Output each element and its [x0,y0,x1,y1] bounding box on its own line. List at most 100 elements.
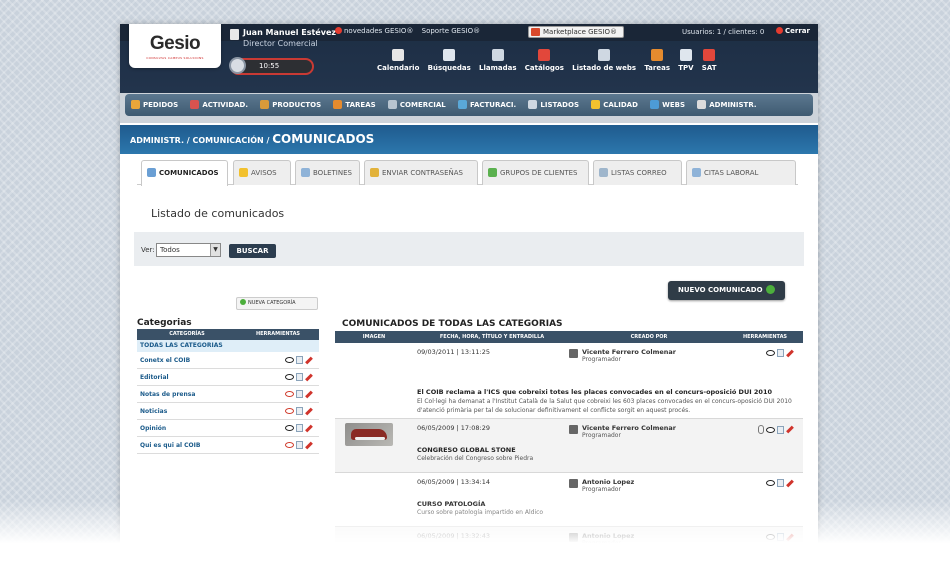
nav-llamadas[interactable]: Llamadas [479,49,517,72]
row-image[interactable] [345,423,393,446]
edit-icon[interactable] [296,373,303,381]
delete-icon[interactable] [786,533,794,541]
eye-icon[interactable] [766,534,775,540]
news-link[interactable]: novedades GESIO® [335,27,413,35]
row-tools [766,479,795,487]
tab-label: LISTAS CORREO [611,169,667,177]
tab-comunicados[interactable]: COMUNICADOS [141,160,228,186]
edit-icon[interactable] [296,441,303,449]
nav-busquedas[interactable]: Búsquedas [428,49,471,72]
delete-icon[interactable] [305,407,313,415]
nav-label: Tareas [644,64,670,72]
chevron-down-icon[interactable]: ▼ [210,244,220,256]
category-name[interactable]: Notas de prensa [137,391,267,398]
tab-citas-laboral[interactable]: CITAS LABORAL [686,160,796,185]
close-session-button[interactable]: Cerrar [776,27,810,35]
col-categorias: CATEGORÍAS [169,331,205,337]
paperclip-icon[interactable] [758,425,764,434]
eye-icon[interactable] [285,357,294,363]
nav-calendario[interactable]: Calendario [377,49,419,72]
tab-enviar-contrasenas[interactable]: ENVIAR CONTRASEÑAS [364,160,478,185]
tab-avisos[interactable]: AVISOS [233,160,291,185]
delete-icon[interactable] [305,356,313,364]
support-link[interactable]: Soporte GESIO® [422,27,480,35]
nav-tareas[interactable]: Tareas [644,49,670,72]
table-row[interactable]: 06/05/2009 | 13:34:14 Antonio Lopez Prog… [335,473,803,527]
delete-icon[interactable] [305,441,313,449]
module-webs[interactable]: WEBS [650,94,685,116]
edit-icon[interactable] [777,533,784,541]
module-listados[interactable]: LISTADOS [528,94,579,116]
module-tareas[interactable]: TAREAS [333,94,376,116]
nav-catalogos[interactable]: Catálogos [525,49,564,72]
category-all[interactable]: TODAS LAS CATEGORIAS [137,340,319,352]
eye-hidden-icon[interactable] [285,391,294,397]
module-actividad[interactable]: ACTIVIDAD. [190,94,248,116]
new-comunicado-button[interactable]: NUEVO COMUNICADO [668,281,785,300]
table-row[interactable]: 06/05/2009 | 17:08:29 Vicente Ferrero Co… [335,419,803,473]
module-calidad[interactable]: CALIDAD [591,94,638,116]
logo[interactable]: Gesio CONSULTAS CAMPUS SOLUCIONS [129,24,221,68]
category-name[interactable]: Editorial [137,374,267,381]
eye-hidden-icon[interactable] [285,442,294,448]
marketplace-button[interactable]: Marketplace GESIO® [528,26,624,38]
page-title: Listado de comunicados [151,207,285,220]
delete-icon[interactable] [786,479,794,487]
row-subject[interactable]: CONGRESO GLOBAL STONE [417,446,516,454]
breadcrumb-bar: ADMINISTR. / COMUNICACIÓN / COMUNICADOS [120,125,818,154]
delete-icon[interactable] [786,349,794,357]
comunicados-title: COMUNICADOS DE TODAS LAS CATEGORIAS [342,319,563,329]
module-comercial[interactable]: COMERCIAL [387,94,446,116]
category-name[interactable]: Qui es qui al COIB [137,442,267,449]
search-button[interactable]: BUSCAR [229,244,276,258]
delete-icon[interactable] [305,390,313,398]
eye-hidden-icon[interactable] [285,408,294,414]
tab-boletines[interactable]: BOLETINES [295,160,360,185]
row-author-name: Antonio Lopez [582,532,635,540]
module-facturacion[interactable]: FACTURACI. [457,94,516,116]
tpv-icon [679,49,692,61]
tab-grupos-clientes[interactable]: GRUPOS DE CLIENTES [482,160,589,185]
edit-icon[interactable] [296,356,303,364]
row-subject[interactable]: CURSO PATOLOGÍA [417,500,485,508]
edit-icon[interactable] [777,425,784,434]
category-name[interactable]: Noticias [137,408,267,415]
filter-select[interactable]: Todos ▼ [156,243,221,257]
edit-icon[interactable] [296,390,303,398]
module-pedidos[interactable]: PEDIDOS [131,94,178,116]
edit-icon[interactable] [296,424,303,432]
eye-icon[interactable] [766,480,775,486]
nav-tpv[interactable]: TPV [678,49,694,72]
row-subject[interactable]: El COIB reclama a l'ICS que cobreixi tot… [417,388,772,396]
eye-icon[interactable] [285,374,294,380]
table-row[interactable]: 09/03/2011 | 13:11:25 Vicente Ferrero Co… [335,343,803,419]
new-category-button[interactable]: NUEVA CATEGORÍA [236,297,318,310]
tab-label: BOLETINES [313,169,352,177]
delete-icon[interactable] [305,373,313,381]
module-administr[interactable]: ADMINISTR. [697,94,757,116]
breadcrumb-path[interactable]: ADMINISTR. / COMUNICACIÓN / [130,136,272,145]
eye-icon[interactable] [285,425,294,431]
edit-icon[interactable] [777,349,784,357]
edit-icon[interactable] [777,479,784,487]
nav-sat[interactable]: SAT [702,49,717,72]
row-tools [766,533,795,541]
star-icon [591,100,601,109]
category-row: Opinión [137,420,319,437]
tab-listas-correo[interactable]: LISTAS CORREO [593,160,682,185]
eye-icon[interactable] [766,426,775,433]
delete-icon[interactable] [305,424,313,432]
nav-listado-webs[interactable]: Listado de webs [572,49,636,72]
row-body: Curso sobre patología impartido en Aldic… [417,509,544,516]
web-list-icon [598,49,611,61]
module-productos[interactable]: PRODUCTOS [260,94,321,116]
category-name[interactable]: Opinión [137,425,267,432]
category-name[interactable]: Conetx el COIB [137,357,267,364]
delete-icon[interactable] [786,425,794,434]
nav-label: TPV [678,64,694,72]
module-label: PRODUCTOS [272,101,322,109]
edit-icon[interactable] [296,407,303,415]
eye-icon[interactable] [766,350,775,356]
comunicados-header: IMAGEN FECHA, HORA, TÍTULO Y ENTRADILLA … [335,331,803,343]
table-row[interactable]: 06/05/2009 | 13:32:43 Antonio Lopez Prog… [335,527,803,554]
